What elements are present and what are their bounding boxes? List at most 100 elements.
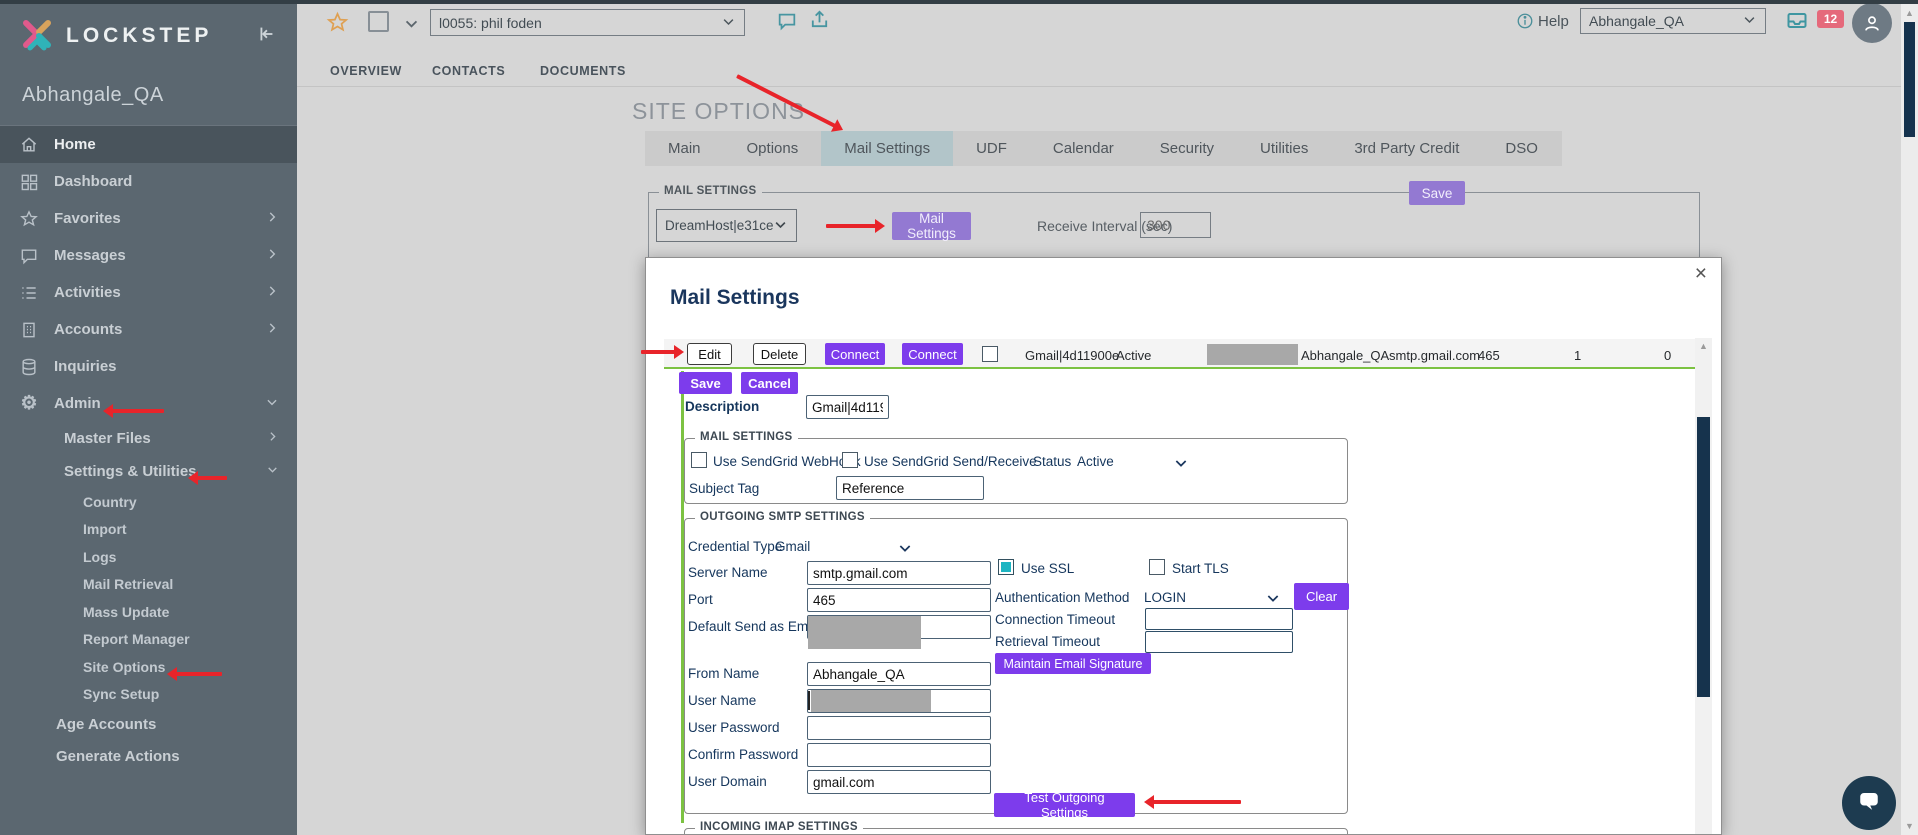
tab-contacts[interactable]: CONTACTS (432, 64, 505, 78)
port-label: Port (688, 592, 713, 607)
row-checkbox[interactable] (982, 346, 998, 362)
sidebar-item-inquiries[interactable]: Inquiries (0, 348, 297, 385)
edit-button[interactable]: Edit (687, 343, 732, 365)
scroll-up-icon[interactable]: ▲ (1901, 8, 1918, 18)
sidebar-item-accounts[interactable]: Accounts (0, 311, 297, 348)
scroll-down-icon[interactable]: ▼ (1901, 821, 1918, 831)
delete-button[interactable]: Delete (753, 343, 806, 365)
inbox-count-badge[interactable]: 12 (1817, 10, 1844, 28)
save-button[interactable]: Save (1409, 181, 1465, 205)
message-icon (18, 245, 40, 267)
tab-main[interactable]: Main (645, 131, 724, 166)
chevron-down-icon[interactable] (403, 15, 420, 37)
row-server: smtp.gmail.com (1389, 348, 1480, 363)
start-tls-label: Start TLS (1172, 561, 1229, 576)
redacted-default-send (808, 616, 921, 649)
help-button[interactable]: Help (1516, 12, 1569, 30)
sidebar-item-activities[interactable]: Activities (0, 274, 297, 311)
modal-scrollbar[interactable]: ▲ (1695, 338, 1712, 835)
tab-3rd-party-credit[interactable]: 3rd Party Credit (1331, 131, 1482, 166)
sidebar-item-dashboard[interactable]: Dashboard (0, 163, 297, 200)
sidebar-item-mail-retrieval[interactable]: Mail Retrieval (0, 571, 297, 599)
description-input[interactable] (806, 395, 889, 419)
receive-interval-input[interactable] (1140, 212, 1211, 238)
annotation-arrow-admin (112, 409, 164, 413)
credential-type-chevron-icon[interactable] (897, 540, 913, 561)
status-dropdown-chevron-icon[interactable] (1173, 455, 1189, 476)
sidebar-item-settings-utilities[interactable]: Settings & Utilities (0, 455, 297, 488)
sidebar-item-messages[interactable]: Messages (0, 237, 297, 274)
retrieval-timeout-input[interactable] (1145, 631, 1293, 653)
redacted-email (1207, 344, 1298, 365)
sidebar-item-import[interactable]: Import (0, 516, 297, 544)
sidebar-item-age-accounts[interactable]: Age Accounts (0, 708, 297, 740)
window-scrollbar[interactable]: ▲ ▼ (1901, 4, 1918, 835)
upload-icon[interactable] (808, 8, 831, 36)
sidebar-item-admin[interactable]: ⚙ Admin (0, 385, 297, 422)
connection-timeout-input[interactable] (1145, 608, 1293, 630)
sendgrid-webhook-checkbox[interactable] (691, 452, 707, 468)
chevron-down-icon (721, 14, 736, 32)
tab-documents[interactable]: DOCUMENTS (540, 64, 626, 78)
tab-udf[interactable]: UDF (953, 131, 1030, 166)
connect-button-1[interactable]: Connect (825, 343, 885, 365)
sidebar-collapse-icon[interactable] (255, 23, 277, 50)
sidebar-item-country[interactable]: Country (0, 488, 297, 516)
tab-calendar[interactable]: Calendar (1030, 131, 1137, 166)
auth-method-label: Authentication Method (995, 590, 1129, 605)
connect-button-2[interactable]: Connect (902, 343, 963, 365)
sidebar-item-report-manager[interactable]: Report Manager (0, 626, 297, 654)
sidebar-item-label: Settings & Utilities (64, 463, 197, 480)
clear-button[interactable]: Clear (1294, 583, 1349, 610)
chat-widget-button[interactable] (1842, 776, 1896, 830)
start-tls-checkbox[interactable] (1149, 559, 1165, 575)
sidebar-item-home[interactable]: Home (0, 126, 297, 163)
server-name-label: Server Name (688, 565, 768, 580)
favorite-star-icon[interactable] (326, 11, 349, 39)
inbox-icon[interactable] (1784, 9, 1810, 38)
editor-cancel-button[interactable]: Cancel (741, 372, 798, 394)
record-checkbox[interactable] (368, 11, 389, 32)
user-domain-input[interactable] (807, 770, 991, 794)
tab-overview[interactable]: OVERVIEW (330, 64, 402, 78)
tab-options[interactable]: Options (724, 131, 822, 166)
sidebar-item-site-options[interactable]: Site Options (0, 653, 297, 681)
sidebar-item-logs[interactable]: Logs (0, 543, 297, 571)
window-scrollbar-thumb[interactable] (1904, 22, 1915, 137)
sidebar-item-sync-setup[interactable]: Sync Setup (0, 681, 297, 709)
org-dropdown[interactable]: Abhangale_QA (1580, 8, 1766, 34)
sidebar-item-generate-actions[interactable]: Generate Actions (0, 740, 297, 772)
tab-utilities[interactable]: Utilities (1237, 131, 1331, 166)
record-dropdown-value: l0055: phil foden (439, 15, 542, 31)
editor-save-button[interactable]: Save (679, 372, 732, 394)
mail-profile-dropdown[interactable]: DreamHost|e31ce0 (656, 209, 797, 242)
scroll-up-icon[interactable]: ▲ (1695, 341, 1712, 351)
outgoing-smtp-legend: OUTGOING SMTP SETTINGS (695, 511, 870, 523)
port-input[interactable] (807, 588, 991, 612)
test-outgoing-button[interactable]: Test Outgoing Settings (994, 793, 1135, 817)
tab-security[interactable]: Security (1137, 131, 1237, 166)
sidebar-item-master-files[interactable]: Master Files (0, 422, 297, 455)
record-dropdown[interactable]: l0055: phil foden (430, 9, 745, 36)
from-name-input[interactable] (807, 662, 991, 686)
confirm-password-input[interactable] (807, 743, 991, 767)
auth-method-value[interactable]: LOGIN (1144, 590, 1186, 605)
maintain-signature-button[interactable]: Maintain Email Signature (995, 653, 1151, 674)
modal-scrollbar-thumb[interactable] (1697, 417, 1710, 697)
sendgrid-sendreceive-checkbox[interactable] (842, 452, 858, 468)
subject-tag-input[interactable] (836, 476, 984, 500)
sidebar-item-mass-update[interactable]: Mass Update (0, 598, 297, 626)
user-password-input[interactable] (807, 716, 991, 740)
comment-icon[interactable] (776, 10, 798, 37)
connection-timeout-label: Connection Timeout (995, 612, 1115, 627)
mail-settings-button[interactable]: Mail Settings (892, 212, 971, 240)
close-icon[interactable]: × (1695, 262, 1707, 286)
mail-account-row[interactable] (664, 339, 1695, 369)
server-name-input[interactable] (807, 561, 991, 585)
use-ssl-checkbox[interactable] (998, 559, 1014, 575)
avatar[interactable] (1852, 3, 1892, 43)
tab-dso[interactable]: DSO (1482, 131, 1561, 166)
chevron-right-icon (265, 247, 279, 265)
sidebar-item-favorites[interactable]: Favorites (0, 200, 297, 237)
tab-mail-settings[interactable]: Mail Settings (821, 131, 953, 166)
